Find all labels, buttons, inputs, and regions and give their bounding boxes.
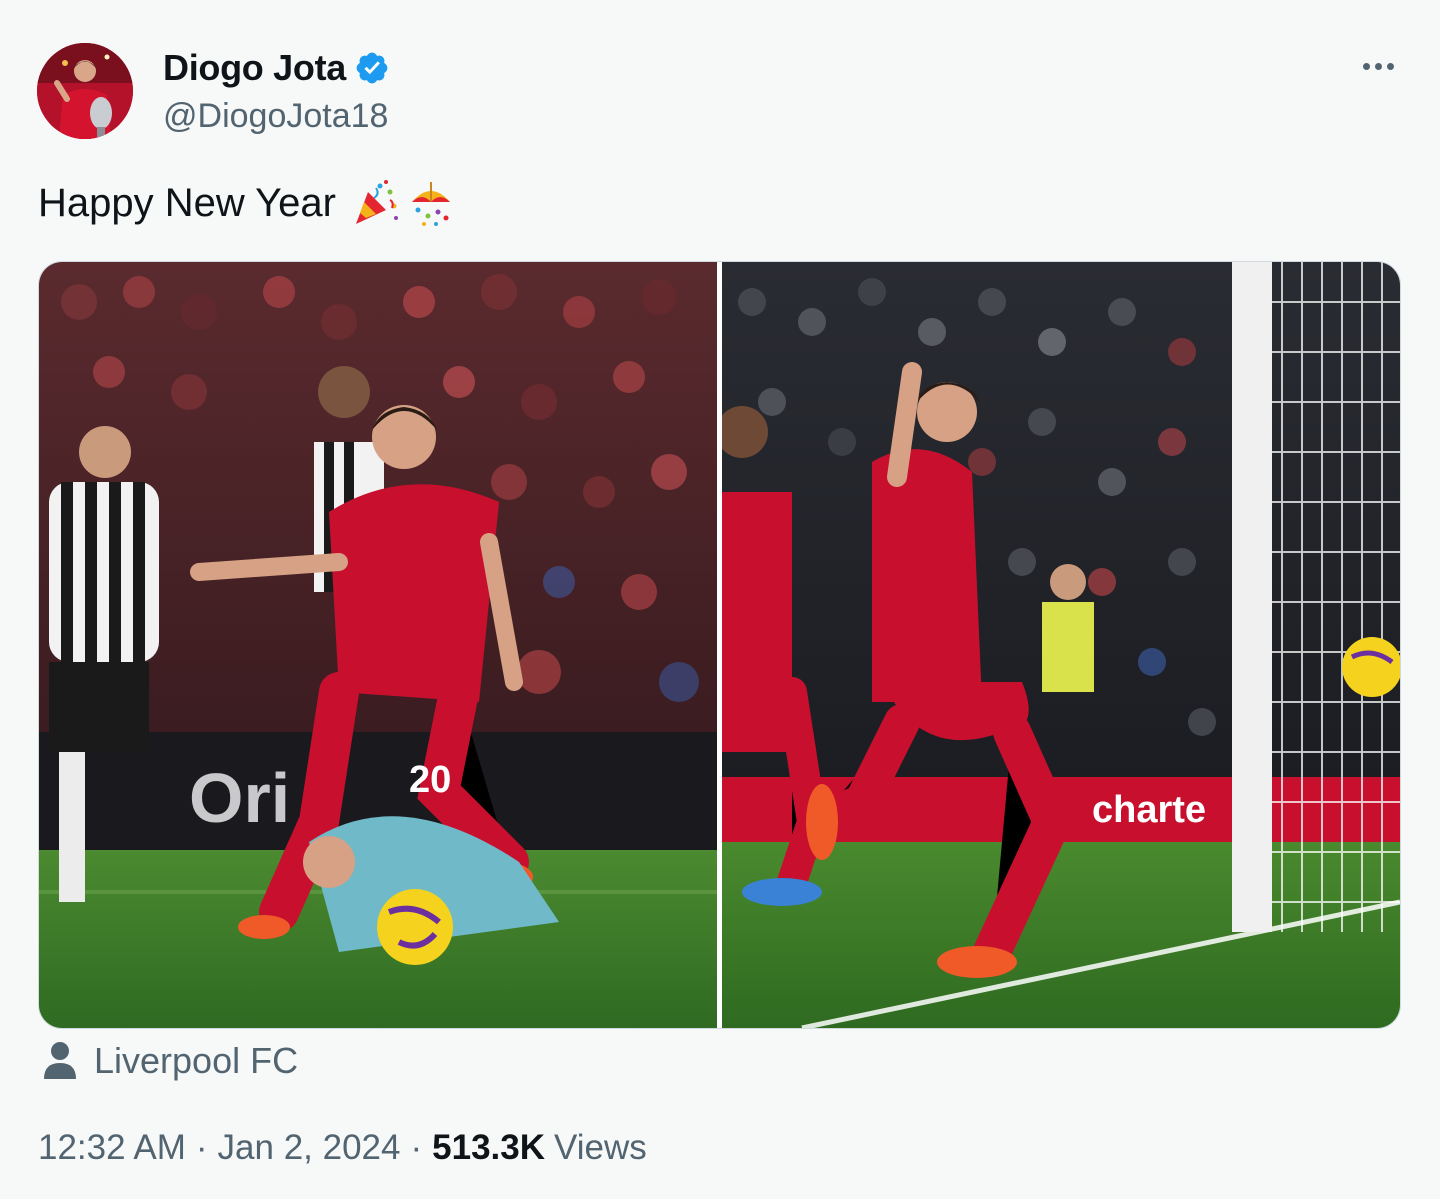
more-dot	[1374, 62, 1382, 70]
author-avatar[interactable]	[37, 43, 133, 139]
author-handle[interactable]: @DiogoJota18	[163, 92, 390, 140]
tweet-time[interactable]: 12:32 AM	[38, 1128, 186, 1168]
more-dot	[1362, 62, 1370, 70]
location-label: Liverpool FC	[94, 1040, 299, 1081]
tagged-location[interactable]: Liverpool FC	[42, 1040, 298, 1082]
svg-text:20: 20	[409, 759, 451, 801]
person-icon	[42, 1041, 78, 1081]
match-photo-jota-dribble[interactable]: Ori 20	[39, 262, 717, 1028]
party-popper-emoji	[350, 178, 400, 228]
svg-text:Ori: Ori	[189, 759, 290, 837]
verified-badge-icon[interactable]	[354, 50, 390, 86]
profile-photo	[37, 43, 133, 139]
more-options-icon[interactable]	[1352, 48, 1404, 84]
views-label[interactable]: Views	[554, 1128, 647, 1168]
tweet-text-body: Happy New Year	[38, 181, 336, 225]
tweet-card: Diogo Jota @DiogoJota18 Happy New Year O…	[0, 0, 1440, 1199]
confetti-ball-emoji	[406, 178, 456, 228]
views-count[interactable]: 513.3K	[432, 1128, 545, 1168]
tweet-meta: 12:32 AM · Jan 2, 2024 · 513.3K Views	[38, 1128, 647, 1168]
meta-separator: ·	[195, 1128, 208, 1167]
svg-text:charte: charte	[1092, 789, 1206, 831]
tweet-text: Happy New Year	[38, 176, 456, 230]
tweet-date[interactable]: Jan 2, 2024	[218, 1128, 401, 1168]
more-dot	[1386, 62, 1394, 70]
author-display-name[interactable]: Diogo Jota	[163, 47, 346, 89]
match-photo-jota-celebration[interactable]: charte	[722, 262, 1400, 1028]
meta-separator: ·	[410, 1128, 423, 1167]
author-block: Diogo Jota @DiogoJota18	[163, 44, 390, 140]
media-grid: Ori 20 charte	[38, 261, 1401, 1029]
author-name-row: Diogo Jota	[163, 44, 390, 92]
